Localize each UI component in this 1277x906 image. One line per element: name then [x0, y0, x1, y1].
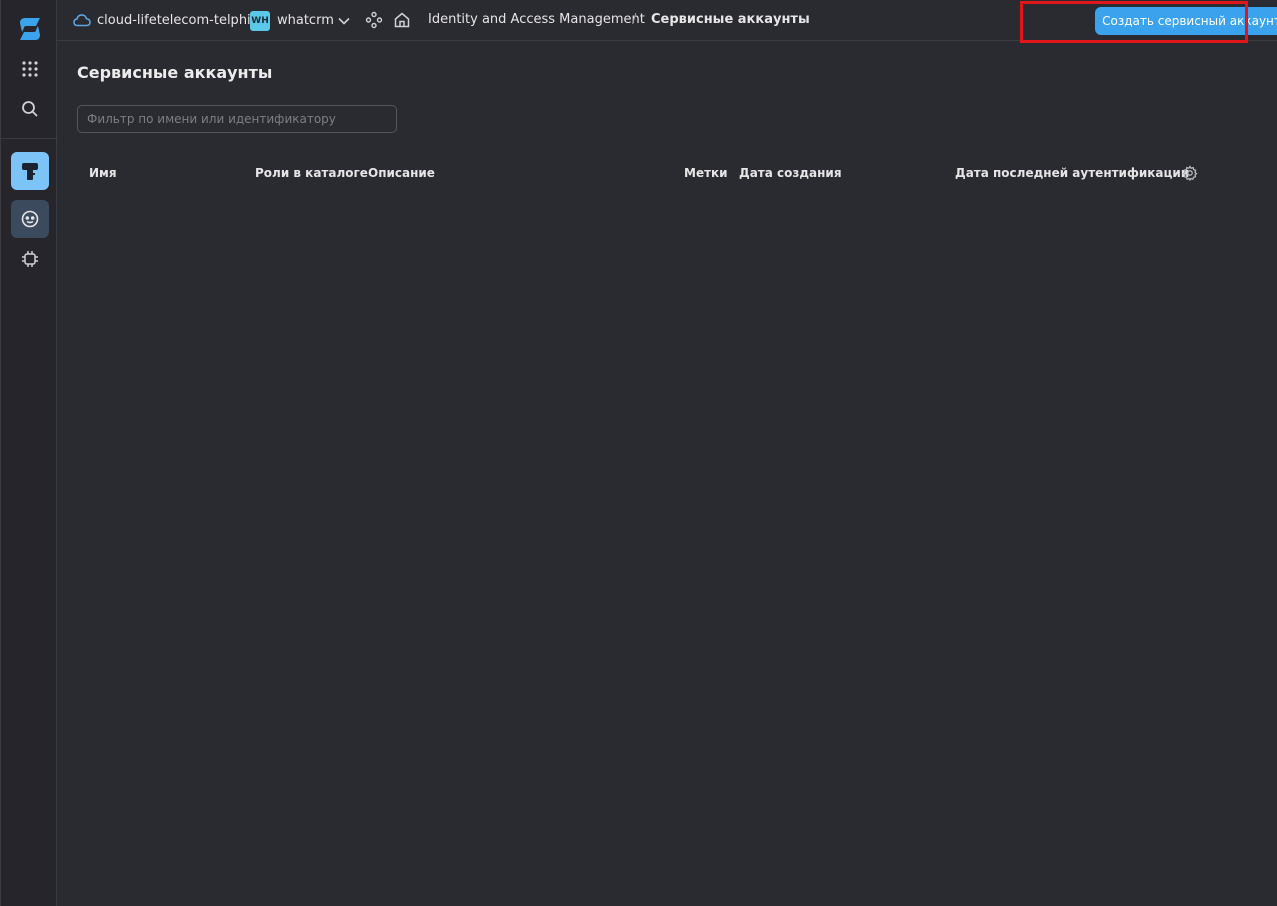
apps-grid-icon[interactable] — [11, 50, 49, 88]
chevron-down-icon[interactable] — [337, 13, 351, 32]
home-icon[interactable] — [393, 11, 411, 33]
filter-input[interactable] — [77, 105, 397, 133]
iam-key-icon[interactable] — [11, 152, 49, 190]
resource-graph-icon[interactable] — [365, 11, 383, 33]
search-icon[interactable] — [11, 90, 49, 128]
cloud-selector[interactable]: cloud-lifetelecom-telphin — [97, 13, 259, 28]
highlight-box — [1020, 1, 1248, 43]
cloud-icon — [73, 12, 91, 31]
chip-settings-icon[interactable] — [11, 240, 49, 278]
folder-selector[interactable]: whatcrm — [277, 13, 334, 28]
breadcrumb-service[interactable]: Identity and Access Management — [428, 12, 645, 27]
gear-icon[interactable] — [1182, 165, 1198, 185]
breadcrumb-current: Сервисные аккаунты — [651, 12, 810, 27]
page-title: Сервисные аккаунты — [77, 63, 273, 82]
service-account-robot-icon[interactable] — [11, 200, 49, 238]
folder-badge: WH — [250, 11, 270, 31]
column-header-last-auth[interactable]: Дата последней аутентификации — [955, 166, 1189, 180]
column-header-created[interactable]: Дата создания — [739, 166, 842, 180]
left-rail — [0, 0, 58, 906]
column-header-roles[interactable]: Роли в каталоге — [255, 166, 368, 180]
column-header-labels[interactable]: Метки — [684, 166, 728, 180]
breadcrumb-separator: / — [632, 12, 637, 27]
logo-icon[interactable] — [11, 10, 49, 48]
column-header-name[interactable]: Имя — [89, 166, 117, 180]
rail-divider — [1, 138, 58, 139]
column-header-description[interactable]: Описание — [368, 166, 435, 180]
